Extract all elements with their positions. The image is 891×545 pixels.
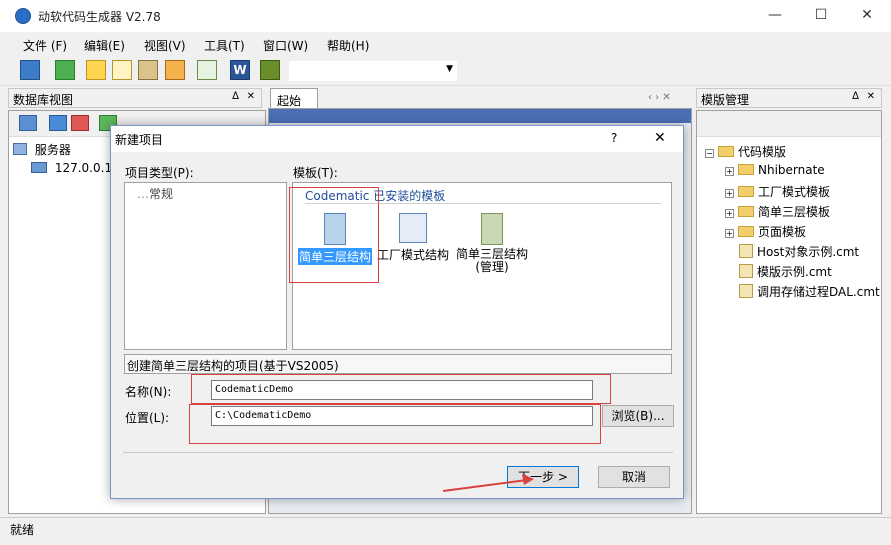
template-manager-title: 模版管理	[701, 93, 750, 107]
expand-icon[interactable]: +	[725, 229, 734, 238]
menu-file[interactable]: 文件 (F)	[23, 37, 67, 54]
annotation-arrowhead	[522, 474, 534, 485]
expand-icon[interactable]: +	[725, 167, 734, 176]
new-project-dialog: 新建项目 ? ✕ 项目类型(P): …常规 模板(T): Codematic 已…	[110, 125, 684, 499]
folder-label: 页面模板	[758, 225, 807, 239]
folder-label: 工厂模式模板	[758, 185, 831, 199]
app-logo-icon	[15, 8, 31, 24]
chevron-down-icon: ▼	[446, 64, 453, 74]
refresh-icon[interactable]	[55, 60, 75, 80]
template-file-icon	[739, 264, 753, 278]
menu-view[interactable]: 视图(V)	[144, 37, 186, 54]
minimize-button[interactable]: —	[752, 0, 798, 30]
maximize-button[interactable]: ☐	[798, 0, 844, 30]
tree-file-item[interactable]: 调用存储过程DAL.cmt	[739, 283, 880, 300]
disconnect-icon[interactable]	[71, 115, 89, 131]
annotation-arrow	[442, 474, 534, 492]
tree-folder-item[interactable]: + 简单三层模板	[725, 203, 830, 220]
status-bar: 就绪	[0, 517, 891, 539]
start-page-banner	[269, 109, 691, 123]
run-icon[interactable]	[260, 60, 280, 80]
computer-icon	[31, 162, 47, 173]
tree-root-server[interactable]: 服务器	[13, 141, 71, 158]
tab-start-page[interactable]: 起始页	[270, 88, 318, 125]
pin-icon[interactable]: ᐃ	[852, 91, 859, 102]
folder-icon	[718, 146, 734, 157]
file-label: 调用存储过程DAL.cmt	[757, 285, 880, 299]
close-window-button[interactable]: ✕	[844, 0, 890, 30]
tree-file-item[interactable]: 模版示例.cmt	[739, 263, 832, 280]
template-manager-header: 模版管理 ᐃ ✕	[696, 88, 882, 108]
folder-icon	[738, 186, 754, 197]
add-server-icon[interactable]	[19, 115, 37, 131]
folder-icon	[738, 226, 754, 237]
tab-nav-controls[interactable]: ‹ › ✕	[648, 92, 671, 103]
batch-icon[interactable]	[138, 60, 158, 80]
templates-root-label: 代码模版	[738, 145, 787, 159]
template-panel-toolbar	[697, 111, 881, 137]
window-title: 动软代码生成器 V2.78	[38, 10, 161, 24]
tree-templates-root[interactable]: − 代码模版	[705, 143, 786, 160]
menu-bar: 文件 (F) 编辑(E) 视图(V) 工具(T) 窗口(W) 帮助(H)	[0, 32, 891, 56]
file-label: Host对象示例.cmt	[757, 245, 860, 259]
folder-label: 简单三层模板	[758, 205, 831, 219]
folder-icon	[738, 164, 754, 175]
export-icon[interactable]	[165, 60, 185, 80]
template-file-icon	[739, 244, 753, 258]
menu-tools[interactable]: 工具(T)	[204, 37, 245, 54]
database-view-header: 数据库视图 ᐃ ✕	[8, 88, 262, 108]
expand-icon[interactable]: +	[725, 189, 734, 198]
server-icon	[13, 143, 27, 155]
template-tree-panel: − 代码模版 + Nhibernate + 工厂模式模板 + 简单三层模板 + 页面模板 …	[696, 110, 882, 514]
connect-icon[interactable]	[49, 115, 67, 131]
folder-icon	[738, 206, 754, 217]
document-icon[interactable]	[112, 60, 132, 80]
menu-edit[interactable]: 编辑(E)	[84, 37, 125, 54]
template-file-icon	[739, 284, 753, 298]
expand-icon[interactable]: +	[725, 209, 734, 218]
status-text: 就绪	[10, 523, 35, 537]
file-label: 模版示例.cmt	[757, 265, 832, 279]
close-panel-icon[interactable]: ✕	[867, 91, 875, 102]
word-document-icon[interactable]: W	[230, 60, 250, 80]
annotation-arrow-line	[442, 479, 528, 492]
tree-folder-item[interactable]: + 页面模板	[725, 223, 806, 240]
tree-folder-item[interactable]: + 工厂模式模板	[725, 183, 830, 200]
tree-file-item[interactable]: Host对象示例.cmt	[739, 243, 859, 260]
app-window: 动软代码生成器 V2.78 — ☐ ✕ 文件 (F) 编辑(E) 视图(V) 工…	[0, 0, 891, 545]
menu-window[interactable]: 窗口(W)	[263, 37, 308, 54]
toolbar-combo[interactable]: ▼	[288, 60, 458, 82]
database-view-title: 数据库视图	[13, 93, 74, 107]
collapse-icon[interactable]: −	[705, 149, 714, 158]
tree-root-label: 服务器	[34, 143, 71, 157]
tree-folder-item[interactable]: + Nhibernate	[725, 163, 825, 177]
template-icon[interactable]	[197, 60, 217, 80]
code-generator-icon[interactable]	[86, 60, 106, 80]
close-panel-icon[interactable]: ✕	[247, 91, 255, 102]
pin-icon[interactable]: ᐃ	[232, 91, 239, 102]
folder-label: Nhibernate	[758, 163, 825, 177]
title-bar: 动软代码生成器 V2.78 — ☐ ✕	[0, 0, 891, 32]
connect-server-icon[interactable]	[20, 60, 40, 80]
menu-help[interactable]: 帮助(H)	[327, 37, 369, 54]
